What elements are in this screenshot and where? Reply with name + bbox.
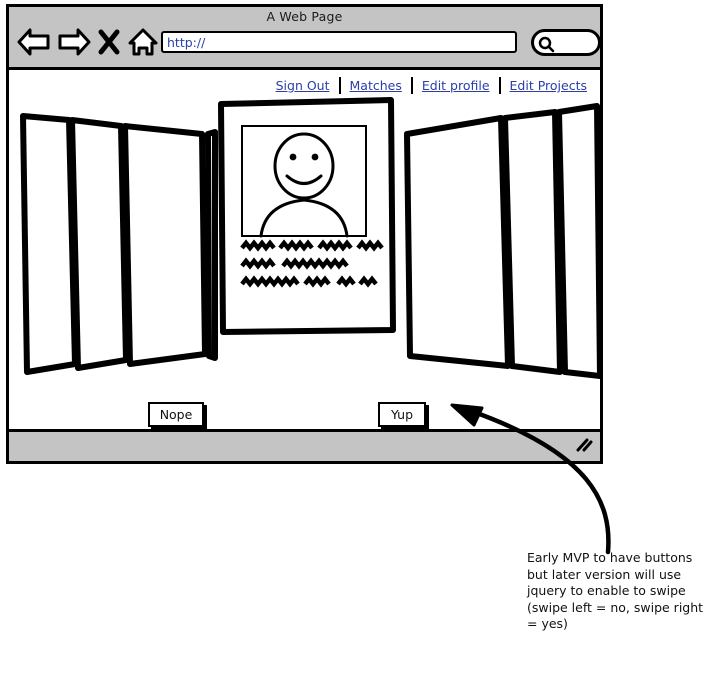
browser-window: A Web Page http:// Sign Out Matches Edit… bbox=[6, 4, 603, 464]
sidebar-item-edit-projects[interactable]: Edit Projects bbox=[501, 78, 596, 93]
sidebar-item-sign-out[interactable]: Sign Out bbox=[267, 78, 339, 93]
page-content: Sign Out Matches Edit profile Edit Proje… bbox=[9, 70, 600, 429]
sidebar-item-edit-profile[interactable]: Edit profile bbox=[413, 78, 499, 93]
annotation-text: Early MVP to have buttons but later vers… bbox=[527, 550, 704, 631]
carousel-panel-left-3 bbox=[69, 117, 129, 371]
browser-toolbar bbox=[17, 27, 601, 61]
top-nav-links: Sign Out Matches Edit profile Edit Proje… bbox=[267, 77, 596, 94]
profile-card[interactable] bbox=[215, 96, 397, 336]
carousel-panel-left-2 bbox=[122, 123, 208, 367]
back-arrow-icon[interactable] bbox=[17, 27, 51, 57]
home-icon[interactable] bbox=[127, 27, 159, 57]
carousel-panel-right-1 bbox=[404, 115, 511, 369]
sidebar-item-matches[interactable]: Matches bbox=[341, 78, 411, 93]
carousel-panel-right-2 bbox=[502, 109, 563, 375]
resize-grip-icon[interactable] bbox=[574, 437, 594, 457]
nope-button[interactable]: Nope bbox=[148, 402, 204, 427]
carousel-panel-left-1 bbox=[205, 129, 218, 361]
yup-button[interactable]: Yup bbox=[378, 402, 426, 427]
search-icon[interactable] bbox=[530, 28, 602, 57]
profile-photo-frame bbox=[241, 125, 367, 237]
browser-chrome: A Web Page bbox=[9, 7, 601, 70]
url-input[interactable] bbox=[161, 31, 517, 53]
close-x-icon[interactable] bbox=[97, 27, 121, 57]
forward-arrow-icon[interactable] bbox=[57, 27, 91, 57]
carousel-panel-right-3 bbox=[556, 103, 600, 379]
carousel-panel-left-4 bbox=[20, 113, 78, 375]
status-bar bbox=[9, 429, 600, 461]
window-title: A Web Page bbox=[266, 9, 343, 24]
